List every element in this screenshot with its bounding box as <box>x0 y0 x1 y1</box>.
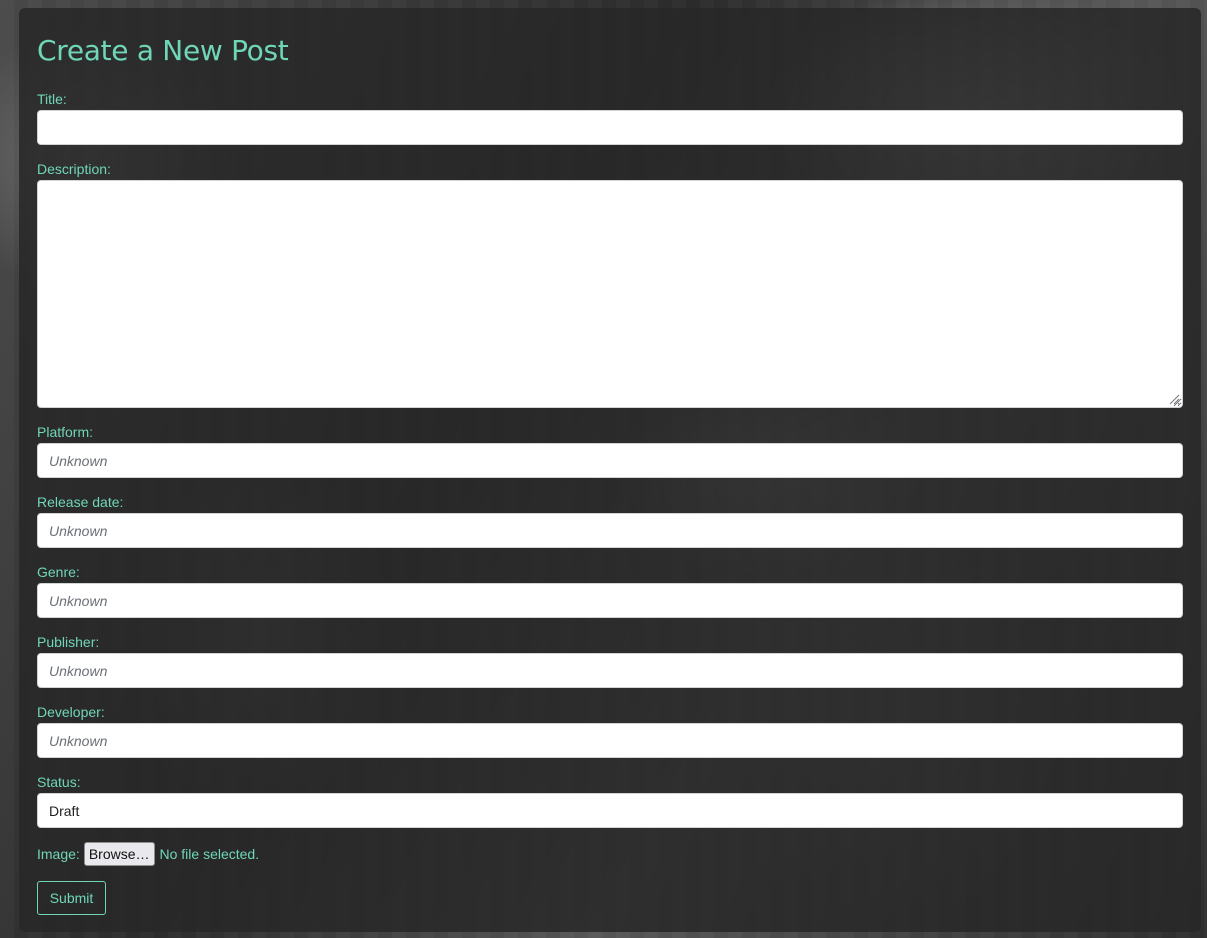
developer-field-group: Developer: <box>37 703 1183 758</box>
platform-label: Platform: <box>37 424 94 440</box>
genre-label: Genre: <box>37 564 80 580</box>
title-label: Title: <box>37 91 67 107</box>
release-date-label: Release date: <box>37 494 124 510</box>
release-date-field-group: Release date: <box>37 493 1183 548</box>
platform-input[interactable] <box>37 443 1183 478</box>
description-textarea[interactable] <box>37 180 1183 408</box>
genre-field-group: Genre: <box>37 563 1183 618</box>
release-date-input[interactable] <box>37 513 1183 548</box>
developer-label: Developer: <box>37 704 105 720</box>
status-field-group: Status: <box>37 773 1183 828</box>
status-input[interactable] <box>37 793 1183 828</box>
description-label: Description: <box>37 161 111 177</box>
developer-input[interactable] <box>37 723 1183 758</box>
publisher-input[interactable] <box>37 653 1183 688</box>
publisher-field-group: Publisher: <box>37 633 1183 688</box>
description-wrapper <box>37 180 1183 408</box>
genre-input[interactable] <box>37 583 1183 618</box>
page-title: Create a New Post <box>37 34 289 67</box>
image-label: Image: <box>37 846 80 862</box>
create-post-form: Create a New Post Title: Description: Pl… <box>19 8 1201 932</box>
status-label: Status: <box>37 774 81 790</box>
publisher-label: Publisher: <box>37 634 100 650</box>
submit-button[interactable]: Submit <box>37 881 106 915</box>
browse-button[interactable]: Browse… <box>83 842 155 866</box>
file-status-text: No file selected. <box>159 846 260 862</box>
image-upload-row: Image: Browse… No file selected. <box>37 841 259 867</box>
title-input[interactable] <box>37 110 1183 145</box>
description-field-group: Description: <box>37 160 1183 408</box>
title-field-group: Title: <box>37 90 1183 145</box>
platform-field-group: Platform: <box>37 423 1183 478</box>
